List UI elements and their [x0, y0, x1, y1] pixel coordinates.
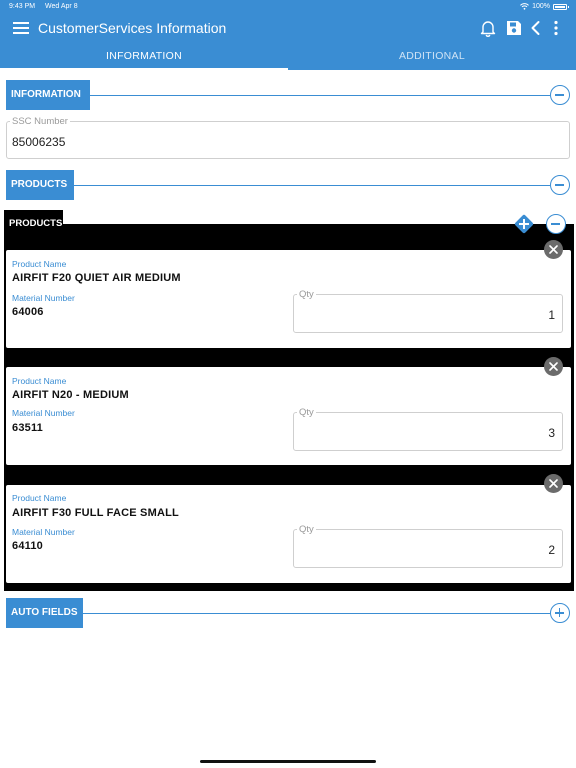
wifi-icon [520, 3, 529, 10]
qty-label: Qty [297, 524, 316, 535]
qty-field[interactable]: Qty 1 [293, 289, 563, 333]
close-x-icon[interactable] [544, 357, 563, 376]
expand-plus-icon[interactable] [550, 603, 570, 623]
collapse-minus-icon[interactable] [546, 214, 566, 234]
hamburger-menu-icon[interactable] [12, 20, 32, 36]
material-number-value: 63511 [12, 422, 43, 434]
tab-additional[interactable]: ADDITIONAL [288, 44, 576, 70]
products-list-label: PRODUCTS [4, 210, 63, 238]
product-name-label: Product Name [12, 493, 67, 503]
product-name-value: AIRFIT N20 - MEDIUM [12, 389, 129, 401]
products-section-label: PRODUCTS [6, 170, 74, 200]
qty-field[interactable]: Qty 3 [293, 407, 563, 451]
information-section-label: INFORMATION [6, 80, 90, 110]
material-number-value: 64006 [12, 306, 44, 318]
status-date: Wed Apr 8 [45, 3, 78, 10]
material-number-label: Material Number [12, 408, 75, 418]
back-chevron-icon[interactable] [526, 18, 546, 38]
save-icon[interactable] [504, 18, 524, 38]
product-card: Product Name AIRFIT F30 FULL FACE SMALL … [6, 485, 571, 583]
tab-bar: INFORMATION ADDITIONAL [0, 44, 576, 70]
close-x-icon[interactable] [544, 474, 563, 493]
status-left: 9:43 PM Wed Apr 8 [9, 3, 78, 10]
status-bar: 9:43 PM Wed Apr 8 100% [0, 0, 576, 14]
product-name-label: Product Name [12, 259, 67, 269]
collapse-minus-icon[interactable] [550, 85, 570, 105]
section-divider [74, 185, 550, 186]
battery-icon [553, 3, 569, 10]
product-card: Product Name AIRFIT N20 - MEDIUM Materia… [6, 367, 571, 465]
battery-percent: 100% [532, 3, 550, 10]
app-header: 9:43 PM Wed Apr 8 100% CustomerServices … [0, 0, 576, 70]
ssc-number-value: 85006235 [12, 135, 66, 149]
add-diamond-icon[interactable] [514, 214, 534, 234]
section-divider [90, 95, 550, 96]
qty-value: 3 [548, 426, 555, 440]
qty-label: Qty [297, 289, 316, 300]
status-right: 100% [520, 3, 569, 10]
tab-information[interactable]: INFORMATION [0, 44, 288, 70]
product-card: Product Name AIRFIT F20 QUIET AIR MEDIUM… [6, 250, 571, 348]
products-section-header: PRODUCTS [6, 170, 570, 200]
product-name-label: Product Name [12, 376, 67, 386]
section-divider [83, 613, 550, 614]
collapse-minus-icon[interactable] [550, 175, 570, 195]
auto-fields-section-label[interactable]: AUTO FIELDS [6, 598, 83, 628]
qty-field[interactable]: Qty 2 [293, 524, 563, 568]
information-section-header: INFORMATION [6, 80, 570, 110]
page-title: CustomerServices Information [38, 20, 227, 36]
product-name-value: AIRFIT F20 QUIET AIR MEDIUM [12, 272, 181, 284]
active-tab-indicator [0, 68, 288, 70]
material-number-label: Material Number [12, 293, 75, 303]
close-x-icon[interactable] [544, 240, 563, 259]
material-number-value: 64110 [12, 540, 43, 552]
product-name-value: AIRFIT F30 FULL FACE SMALL [12, 507, 179, 519]
qty-value: 2 [548, 543, 555, 557]
auto-fields-section-header: AUTO FIELDS [6, 598, 570, 628]
qty-label: Qty [297, 407, 316, 418]
material-number-label: Material Number [12, 527, 75, 537]
status-time: 9:43 PM [9, 3, 36, 10]
more-vertical-icon[interactable] [546, 18, 566, 38]
bell-icon[interactable] [478, 18, 498, 38]
qty-value: 1 [548, 308, 555, 322]
ssc-number-label: SSC Number [10, 116, 70, 127]
ssc-number-field[interactable]: SSC Number 85006235 [6, 116, 570, 159]
home-indicator [200, 760, 376, 763]
